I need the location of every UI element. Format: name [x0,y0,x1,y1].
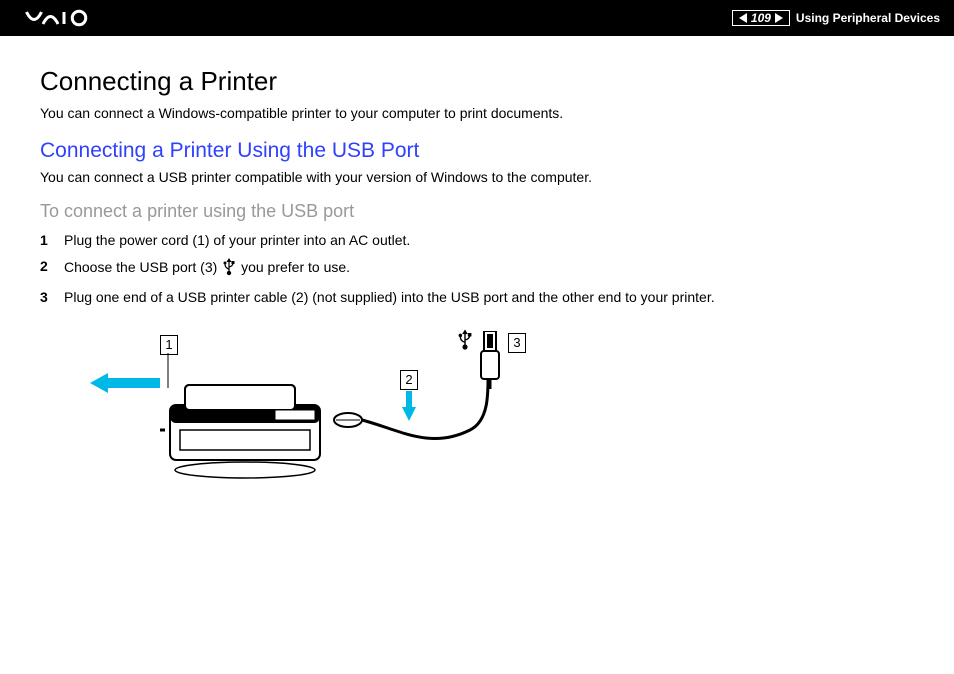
diagram-callout-3: 3 [508,333,526,353]
usb-trident-icon [458,329,472,356]
usb-trident-icon [223,258,235,279]
step-item: 2 Choose the USB port (3) you prefer to … [40,258,914,279]
header-bar: 109 Using Peripheral Devices [0,0,954,36]
page-title: Connecting a Printer [40,66,914,97]
sub-intro-text: You can connect a USB printer compatible… [40,169,914,185]
task-heading: To connect a printer using the USB port [40,201,914,222]
power-cord-arrow-icon [90,373,160,393]
step-number: 1 [40,232,64,248]
usb-plug-illustration [478,331,502,391]
step-number: 2 [40,258,64,279]
plug-arrow-icon [482,323,496,324]
steps-list: 1 Plug the power cord (1) of your printe… [40,232,914,305]
prev-page-arrow-icon[interactable] [739,13,747,23]
step-number: 3 [40,289,64,305]
cable-arrow-icon [402,391,416,421]
vaio-logo [20,9,120,27]
step-text: Plug one end of a USB printer cable (2) … [64,289,914,305]
page-number-badge[interactable]: 109 [732,10,790,26]
intro-text: You can connect a Windows-compatible pri… [40,105,914,121]
callout-1-line [160,353,180,393]
diagram-callout-2: 2 [400,370,418,390]
printer-illustration [160,375,340,485]
next-page-arrow-icon[interactable] [775,13,783,23]
section-subtitle: Connecting a Printer Using the USB Port [40,139,914,163]
step-item: 1 Plug the power cord (1) of your printe… [40,232,914,248]
header-right: 109 Using Peripheral Devices [732,10,940,26]
connection-diagram: 1 2 [100,325,914,505]
page-content: Connecting a Printer You can connect a W… [0,36,954,505]
usb-cable-illustration [330,380,510,460]
step-item: 3 Plug one end of a USB printer cable (2… [40,289,914,305]
breadcrumb[interactable]: Using Peripheral Devices [796,11,940,25]
diagram-callout-1: 1 [160,335,178,355]
step-text: Plug the power cord (1) of your printer … [64,232,914,248]
vaio-logo-svg [20,9,120,27]
page-number: 109 [751,11,771,25]
step-text: Choose the USB port (3) you prefer to us… [64,258,914,279]
